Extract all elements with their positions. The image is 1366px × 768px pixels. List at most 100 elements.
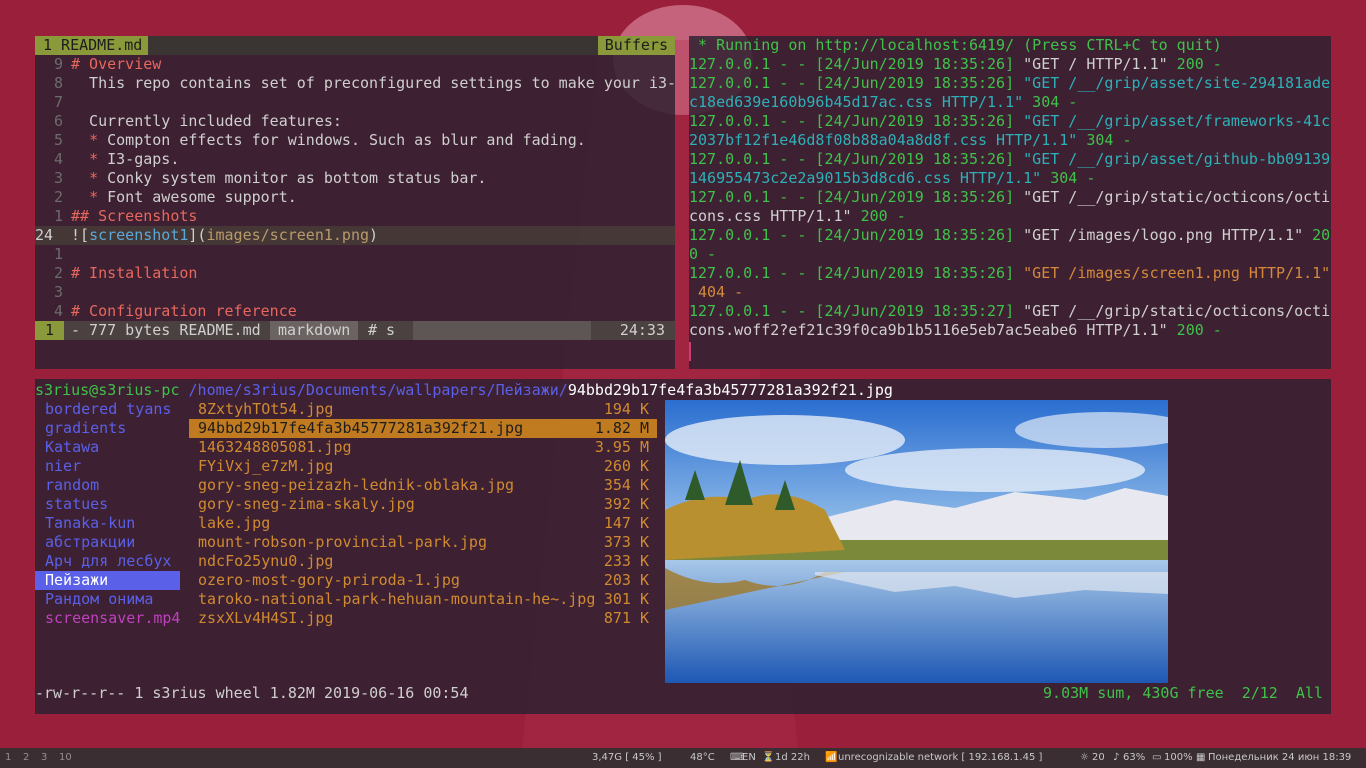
line-number: 4 xyxy=(53,302,63,320)
file-row[interactable]: 8ZxtyhTOt54.jpg 194 K xyxy=(189,400,657,419)
workspace-10[interactable]: 10 xyxy=(59,748,72,768)
terminal-text: "GET /__/grip/asset/site-294181ade xyxy=(1023,74,1331,92)
vim-line[interactable]: 1 ## Screenshots xyxy=(35,207,675,226)
terminal-text: * Running on http://localhost:6419/ (Pre… xyxy=(689,36,1222,54)
current-filename: 94bbd29b17fe4fa3b45777281a392f21.jpg xyxy=(567,381,893,399)
terminal-text: "GET /images/logo.png HTTP/1.1" xyxy=(1023,226,1313,244)
vim-line[interactable]: 5 * Compton effects for windows. Such as… xyxy=(35,131,675,150)
line-text: Currently included features: xyxy=(71,112,342,130)
workspace-1[interactable]: 1 xyxy=(5,748,11,768)
calendar-icon: ▦ xyxy=(1196,752,1206,763)
file-row[interactable]: 94bbd29b17fe4fa3b45777281a392f21.jpg 1.82… xyxy=(189,419,657,438)
vim-line[interactable]: 1 xyxy=(35,245,675,264)
line-number: 7 xyxy=(53,93,63,111)
file-row[interactable]: ndcFo25ynu0.jpg 233 K xyxy=(189,552,657,571)
terminal-line: 0 - xyxy=(689,245,716,264)
terminal-text: 200 - xyxy=(1176,321,1222,339)
terminal-text: 200 - xyxy=(1176,55,1222,73)
terminal-text: 304 - xyxy=(1050,169,1096,187)
file-size: 233 K xyxy=(603,552,649,570)
current-path: /home/s3rius/Documents/wallpapers/Пейзаж… xyxy=(188,381,568,399)
directory-item[interactable]: Арч для лесбух xyxy=(35,552,180,571)
directory-item[interactable]: screensaver.mp4 xyxy=(35,609,180,628)
line-number: 1 xyxy=(53,245,63,263)
terminal-text: 146955473c2e2a9015b3d8cd6.css HTTP/1.1" xyxy=(689,169,1051,187)
terminal-text: 127.0.0.1 - - [24/Jun/2019 18:35:26] xyxy=(689,112,1024,130)
file-size: 147 K xyxy=(603,514,649,532)
user-host: s3rius@s3rius-pc xyxy=(35,381,180,399)
vim-tab[interactable]: 1 README.md xyxy=(35,36,149,55)
directory-item[interactable]: Рандом онима xyxy=(35,590,180,609)
line-number: 24 xyxy=(35,226,54,244)
file-name: gory-sneg-zima-skaly.jpg xyxy=(198,495,415,513)
vim-line[interactable]: 3 xyxy=(35,283,675,302)
file-row[interactable]: taroko-national-park-hehuan-mountain-he~… xyxy=(189,590,657,609)
terminal-text: "GET /__/grip/static/octicons/octi xyxy=(1023,302,1331,320)
ranger-file-manager[interactable]: s3rius@s3rius-pc /home/s3rius/Documents/… xyxy=(35,379,1331,714)
workspace-2[interactable]: 2 xyxy=(23,748,29,768)
vim-line[interactable]: 7 xyxy=(35,93,675,112)
vim-line[interactable]: 3 * Conky system monitor as bottom statu… xyxy=(35,169,675,188)
file-name: 94bbd29b17fe4fa3b45777281a392f21.jpg xyxy=(198,419,524,437)
file-name: FYiVxj_e7zM.jpg xyxy=(198,457,334,475)
file-name: zsxXLv4H4SI.jpg xyxy=(198,609,334,627)
wifi-icon: 📶 xyxy=(825,752,838,763)
line-number: 2 xyxy=(53,264,63,282)
vim-line[interactable]: 6 Currently included features: xyxy=(35,112,675,131)
terminal-line: 127.0.0.1 - - [24/Jun/2019 18:35:26] "GE… xyxy=(689,150,1330,169)
vim-line[interactable]: 2 * Font awesome support. xyxy=(35,188,675,207)
vim-line[interactable]: 2 # Installation xyxy=(35,264,675,283)
vim-line[interactable]: 9 # Overview xyxy=(35,55,675,74)
directory-item[interactable]: nier xyxy=(35,457,180,476)
line-number: 1 xyxy=(53,207,63,225)
terminal-text: 127.0.0.1 - - [24/Jun/2019 18:35:26] xyxy=(689,74,1024,92)
file-name: 8ZxtyhTOt54.jpg xyxy=(198,400,334,418)
line-number: 5 xyxy=(53,131,63,149)
file-size: 260 K xyxy=(603,457,649,475)
terminal-text: 127.0.0.1 - - [24/Jun/2019 18:35:26] xyxy=(689,150,1024,168)
terminal-line: * Running on http://localhost:6419/ (Pre… xyxy=(689,36,1222,55)
file-row[interactable]: FYiVxj_e7zM.jpg 260 K xyxy=(189,457,657,476)
line-text: * I3-gaps. xyxy=(89,150,180,168)
directory-item[interactable]: Katawa xyxy=(35,438,180,457)
terminal-grip-server[interactable]: * Running on http://localhost:6419/ (Pre… xyxy=(689,36,1331,369)
line-text: ## Screenshots xyxy=(71,207,198,225)
directory-item[interactable]: random xyxy=(35,476,180,495)
line-text: # Configuration reference xyxy=(71,302,297,320)
directory-item[interactable]: Пейзажи xyxy=(35,571,180,590)
file-row[interactable]: lake.jpg 147 K xyxy=(189,514,657,533)
directory-item[interactable]: абстракции xyxy=(35,533,180,552)
directory-item[interactable]: Tanaka-kun xyxy=(35,514,180,533)
file-row[interactable]: 1463248805081.jpg 3.95 M xyxy=(189,438,657,457)
volume: 63% xyxy=(1123,752,1146,763)
brightness: 20 xyxy=(1092,752,1105,763)
terminal-text: "GET /__/grip/asset/frameworks-41c xyxy=(1023,112,1331,130)
file-row[interactable]: gory-sneg-peizazh-lednik-oblaka.jpg 354 K xyxy=(189,476,657,495)
brightness-icon: ☼ xyxy=(1080,752,1089,763)
vim-line[interactable]: 4 # Configuration reference xyxy=(35,302,675,321)
workspace-3[interactable]: 3 xyxy=(41,748,47,768)
file-row[interactable]: gory-sneg-zima-skaly.jpg 392 K xyxy=(189,495,657,514)
file-name: mount-robson-provincial-park.jpg xyxy=(198,533,487,551)
vim-line[interactable]: 24 ![screenshot1](images/screen1.png) xyxy=(35,226,675,245)
line-text: # Overview xyxy=(71,55,162,73)
file-row[interactable]: mount-robson-provincial-park.jpg 373 K xyxy=(189,533,657,552)
file-size: 871 K xyxy=(603,609,649,627)
terminal-text: c18ed639e160b96b45d17ac.css HTTP/1.1" xyxy=(689,93,1033,111)
vim-line[interactable]: 4 * I3-gaps. xyxy=(35,150,675,169)
directory-item[interactable]: bordered tyans xyxy=(35,400,180,419)
file-row[interactable]: zsxXLv4H4SI.jpg 871 K xyxy=(189,609,657,628)
file-size: 301 K xyxy=(603,590,649,608)
file-size: 1.82 M xyxy=(594,419,649,437)
terminal-line: 127.0.0.1 - - [24/Jun/2019 18:35:26] "GE… xyxy=(689,74,1330,93)
file-name: ozero-most-gory-priroda-1.jpg xyxy=(198,571,460,589)
directory-item[interactable]: statues xyxy=(35,495,180,514)
vim-editor[interactable]: 1 README.md Buffers 9 # Overview 8 This re… xyxy=(35,36,675,369)
terminal-line: c18ed639e160b96b45d17ac.css HTTP/1.1" 30… xyxy=(689,93,1077,112)
terminal-text: 127.0.0.1 - - [24/Jun/2019 18:35:26] xyxy=(689,55,1024,73)
battery: 100% xyxy=(1164,752,1193,763)
directory-item[interactable]: gradients xyxy=(35,419,180,438)
file-row[interactable]: ozero-most-gory-priroda-1.jpg 203 K xyxy=(189,571,657,590)
vim-line[interactable]: 8 This repo contains set of preconfigure… xyxy=(35,74,675,93)
terminal-text: 304 - xyxy=(1086,131,1132,149)
